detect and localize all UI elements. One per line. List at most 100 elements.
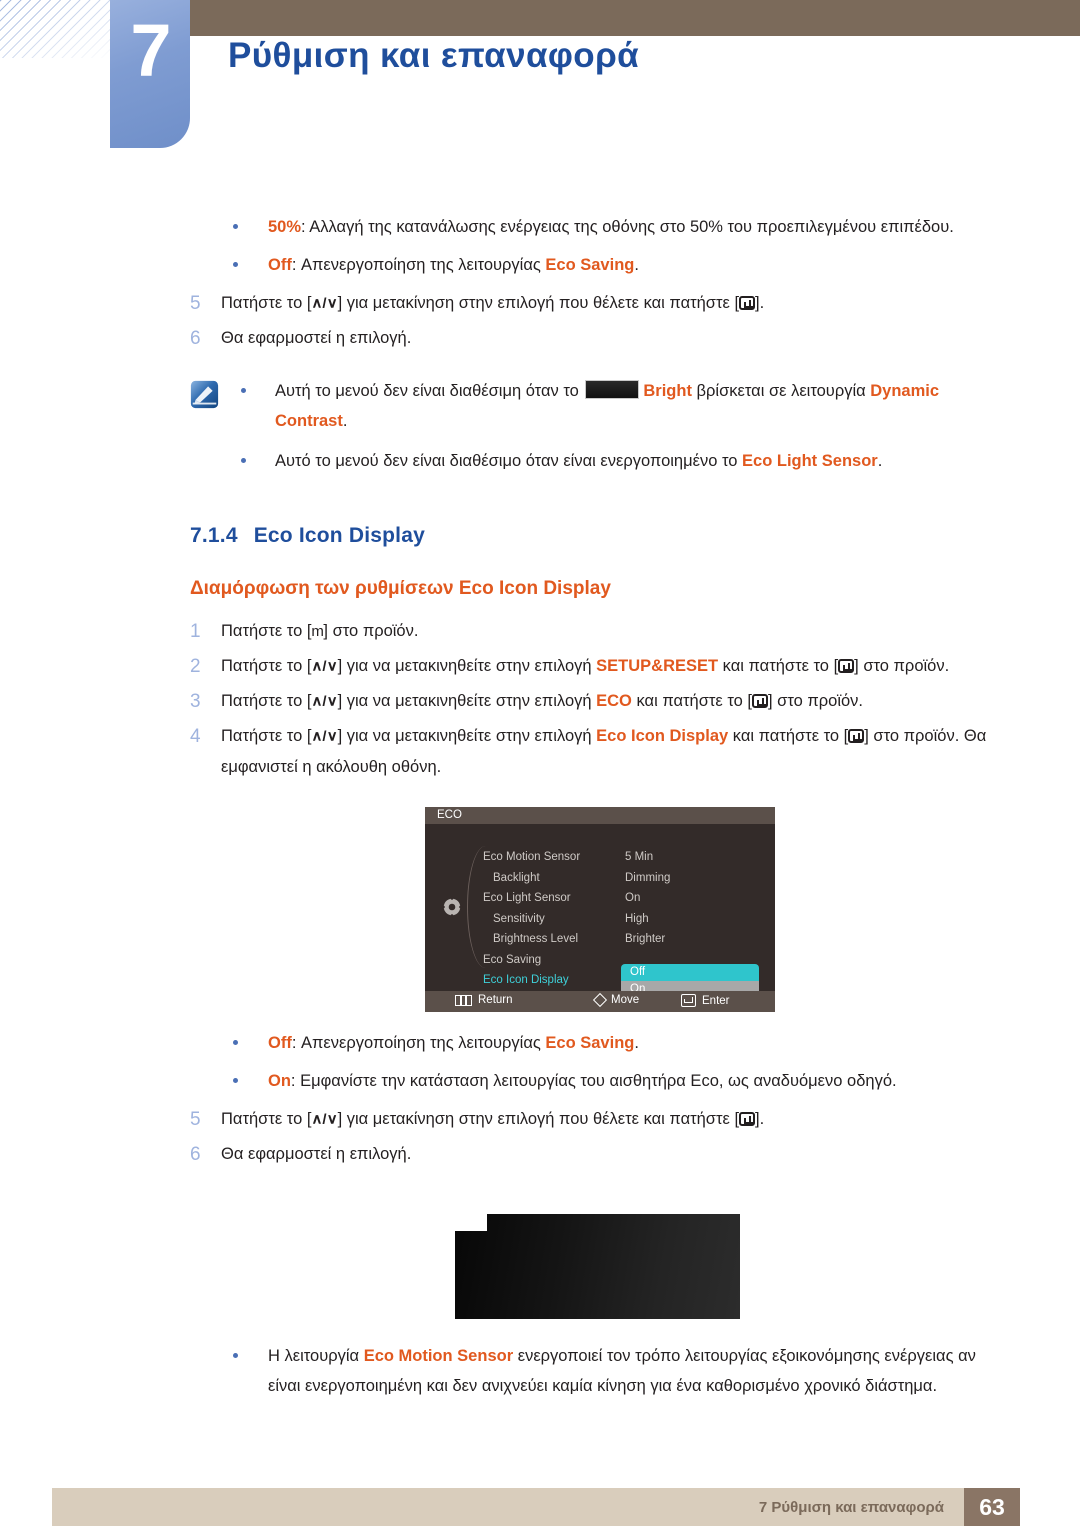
osd-footer-label: Move: [611, 994, 640, 1006]
osd-row-value[interactable]: Dimming: [625, 868, 755, 889]
step-number: 2: [190, 656, 201, 677]
bullet-emphasis: Eco Motion Sensor: [363, 1347, 514, 1365]
bullet-text-after: .: [634, 1034, 639, 1052]
chapter-badge: 7: [110, 0, 190, 148]
note-text: Αυτή το μενού δεν είναι διαθέσιμη όταν τ…: [275, 382, 584, 400]
osd-row-label[interactable]: Brightness Level: [483, 929, 623, 950]
chapter-number: 7: [130, 9, 171, 92]
osd-label-column: Eco Motion Sensor Backlight Eco Light Se…: [483, 847, 623, 991]
section-title: Eco Icon Display: [253, 524, 425, 547]
step-text: και πατήστε το [: [718, 657, 839, 675]
bullet-dot: [233, 1040, 238, 1045]
page-header: 7 Ρύθμιση και επαναφορά: [0, 0, 1080, 150]
numbered-step: 3 Πατήστε το [∧/∨] για να μετακινηθείτε …: [0, 686, 1080, 717]
step-text: ] για να μετακινηθείτε στην επιλογή: [337, 727, 597, 745]
osd-return-action[interactable]: Return: [455, 994, 513, 1006]
step-text: και πατήστε το [: [728, 727, 849, 745]
step-emphasis: SETUP&RESET: [596, 657, 719, 675]
page-footer: 7 Ρύθμιση και επαναφορά 63: [52, 1488, 1020, 1526]
bullet-dot: [233, 1078, 238, 1083]
bullet-label: Off: [268, 1034, 292, 1052]
bullet-dot: [233, 262, 238, 267]
numbered-step: 6 Θα εφαρμοστεί η επιλογή.: [0, 323, 1080, 354]
page-number: 63: [964, 1488, 1020, 1526]
bullet-dot: [241, 388, 246, 393]
section-number: 7.1.4: [190, 524, 238, 547]
page-content: 50%: Αλλαγή της κατανάλωσης ενέργειας τη…: [0, 150, 1080, 1409]
hatch-decoration: [0, 0, 112, 58]
note-text: βρίσκεται σε λειτουργία: [691, 382, 871, 400]
note-text: .: [877, 452, 883, 470]
note-emphasis: Eco Light Sensor: [742, 452, 878, 470]
step-number: 4: [190, 726, 201, 747]
osd-row-label[interactable]: Eco Motion Sensor: [483, 847, 623, 868]
note-text: Αυτό το μενού δεν είναι διαθέσιμο όταν ε…: [275, 452, 743, 470]
osd-row-label[interactable]: Sensitivity: [483, 909, 623, 930]
bullet-label: 50%: [268, 218, 302, 236]
list-item: Αυτή το μενού δεν είναι διαθέσιμη όταν τ…: [0, 376, 1080, 436]
numbered-step: 5 Πατήστε το [∧/∨] για μετακίνηση στην ε…: [0, 288, 1080, 319]
osd-title: ECO: [437, 809, 462, 821]
list-item: Η λειτουργία Eco Motion Sensor ενεργοποι…: [0, 1341, 1080, 1401]
bullet-label: Off: [268, 256, 292, 274]
move-diamond-icon: [592, 992, 608, 1008]
bullet-emphasis: Eco Saving: [545, 256, 635, 274]
step-number: 6: [190, 328, 201, 349]
step-text: Πατήστε το [: [221, 692, 312, 710]
numbered-step: 5 Πατήστε το [∧/∨] για μετακίνηση στην ε…: [0, 1104, 1080, 1135]
step-text: Θα εφαρμοστεί η επιλογή.: [221, 329, 412, 347]
bullet-dot: [241, 458, 246, 463]
redacted-box: [585, 380, 640, 399]
list-item: Off: Απενεργοποίηση της λειτουργίας Eco …: [0, 250, 1080, 280]
step-text: ] για μετακίνηση στην επιλογή που θέλετε…: [337, 1110, 740, 1128]
step-number: 1: [190, 621, 201, 642]
bullet-label: On: [268, 1072, 291, 1090]
step-text: ] στο προϊόν.: [854, 657, 950, 675]
step-text: Πατήστε το [: [221, 1110, 312, 1128]
enter-key-icon: [751, 694, 768, 708]
photo-notch: [455, 1214, 487, 1231]
osd-footer: Return Move Enter: [425, 991, 775, 1012]
menu-key-icon: m: [311, 623, 324, 640]
step-text: ] για μετακίνηση στην επιλογή που θέλετε…: [337, 294, 740, 312]
step-emphasis: Eco Icon Display: [596, 727, 729, 745]
osd-row-label[interactable]: Eco Saving: [483, 950, 623, 971]
updown-key-icon: ∧/∨: [311, 728, 338, 745]
osd-row-label[interactable]: Eco Light Sensor: [483, 888, 623, 909]
numbered-step: 4 Πατήστε το [∧/∨] για να μετακινηθείτε …: [0, 721, 1080, 783]
note-bullet-list: Αυτή το μενού δεν είναι διαθέσιμη όταν τ…: [0, 376, 1080, 476]
enter-key-icon: [739, 296, 756, 310]
osd-footer-label: Enter: [702, 994, 730, 1007]
osd-move-action[interactable]: Move: [592, 992, 640, 1008]
step-text: ] για να μετακινηθείτε στην επιλογή: [337, 692, 597, 710]
step-text: Πατήστε το [: [221, 657, 312, 675]
step-text: ] στο προϊόν.: [323, 622, 419, 640]
enter-key-icon: [838, 659, 855, 673]
return-icon: [455, 994, 472, 1006]
product-photo-dark: [455, 1214, 740, 1319]
updown-key-icon: ∧/∨: [311, 658, 338, 675]
osd-row-label-active[interactable]: Eco Icon Display: [483, 970, 623, 991]
osd-enter-action[interactable]: Enter: [681, 994, 730, 1007]
step-text: ] στο προϊόν.: [767, 692, 864, 710]
osd-row-label[interactable]: Backlight: [483, 868, 623, 889]
step-text: ].: [755, 294, 765, 312]
osd-row-value[interactable]: High: [625, 909, 755, 930]
bullet-dot: [233, 224, 238, 229]
osd-row-value[interactable]: Brighter: [625, 929, 755, 950]
updown-key-icon: ∧/∨: [311, 295, 338, 312]
step-number: 5: [190, 1109, 201, 1130]
page-title: Ρύθμιση και επαναφορά: [228, 36, 640, 75]
osd-value-column: 5 Min Dimming On High Brighter: [625, 847, 755, 950]
enter-key-icon: [739, 1112, 756, 1126]
osd-option-selected[interactable]: Off: [621, 964, 759, 981]
osd-body: Eco Motion Sensor Backlight Eco Light Se…: [425, 824, 775, 998]
step-text: Πατήστε το [: [221, 294, 312, 312]
step-text: ] για να μετακινηθείτε στην επιλογή: [337, 657, 597, 675]
osd-menu-screenshot: ECO Eco Motion Sensor Backlight Eco Ligh…: [425, 807, 775, 1012]
step-number: 3: [190, 691, 201, 712]
osd-row-value[interactable]: On: [625, 888, 755, 909]
note-block: Αυτή το μενού δεν είναι διαθέσιμη όταν τ…: [0, 376, 1080, 476]
enter-icon: [681, 994, 696, 1007]
osd-row-value[interactable]: 5 Min: [625, 847, 755, 868]
